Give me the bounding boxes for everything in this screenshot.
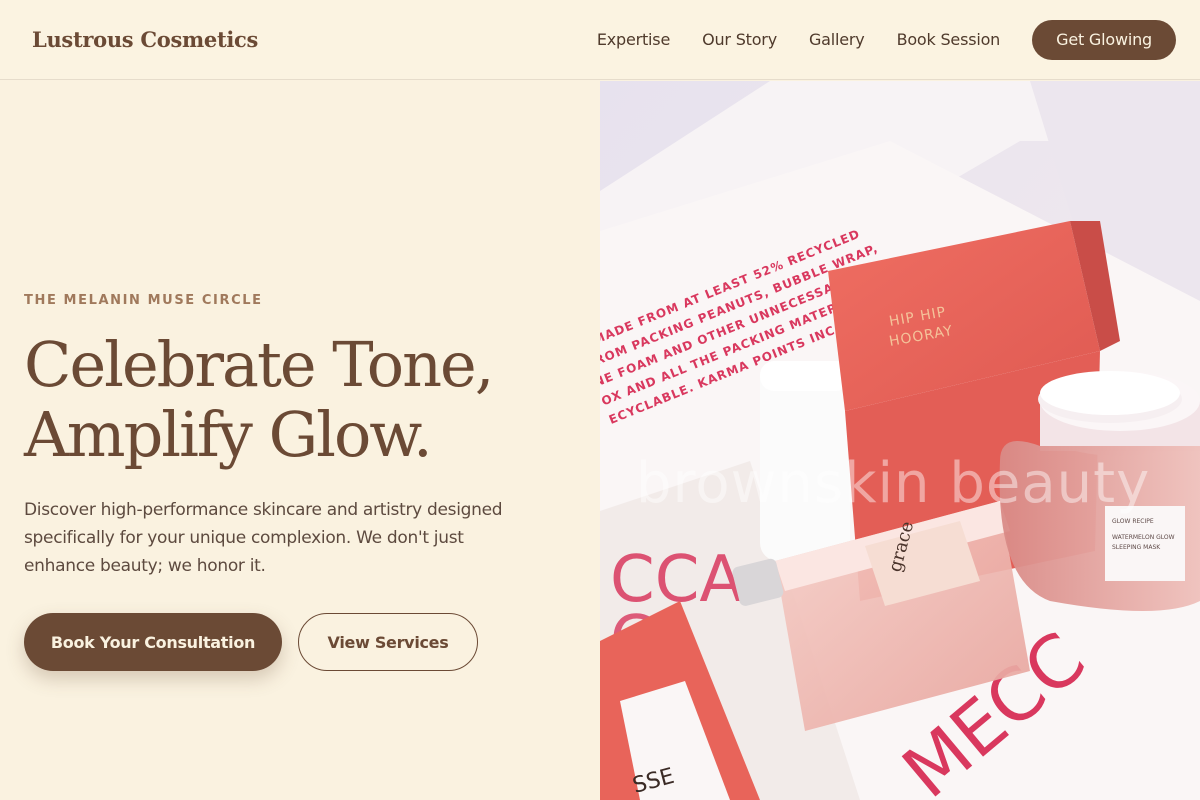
hero-eyebrow: THE MELANIN MUSE CIRCLE — [24, 293, 263, 308]
hero-content: THE MELANIN MUSE CIRCLE Celebrate Tone, … — [24, 80, 584, 800]
product-photo: S MADE FROM AT LEAST 52% RECYCLED FROM P… — [600, 81, 1200, 800]
headline-line-1: Celebrate Tone, — [24, 328, 494, 401]
nav-link-our-story[interactable]: Our Story — [702, 30, 777, 49]
navbar: Lustrous Cosmetics Expertise Our Story G… — [0, 0, 1200, 80]
svg-text:GLOW RECIPE: GLOW RECIPE — [1112, 518, 1154, 525]
headline-line-2: Amplify Glow. — [24, 398, 433, 471]
svg-text:SLEEPING MASK: SLEEPING MASK — [1112, 544, 1161, 551]
nav-link-expertise[interactable]: Expertise — [597, 30, 670, 49]
hero-description: Discover high-performance skincare and a… — [24, 500, 503, 576]
nav-link-gallery[interactable]: Gallery — [809, 30, 865, 49]
svg-text:WATERMELON GLOW: WATERMELON GLOW — [1112, 534, 1175, 541]
brand-logo[interactable]: Lustrous Cosmetics — [32, 27, 258, 52]
view-services-button[interactable]: View Services — [298, 613, 478, 671]
image-watermark: brownskin beauty — [636, 451, 1151, 516]
nav-links: Expertise Our Story Gallery Book Session… — [597, 19, 1176, 60]
book-consultation-button[interactable]: Book Your Consultation — [24, 613, 282, 671]
hero-headline: Celebrate Tone, Amplify Glow. — [24, 330, 584, 470]
hero-product-image: S MADE FROM AT LEAST 52% RECYCLED FROM P… — [600, 81, 1200, 800]
get-glowing-button[interactable]: Get Glowing — [1032, 19, 1176, 60]
nav-link-book-session[interactable]: Book Session — [897, 30, 1001, 49]
